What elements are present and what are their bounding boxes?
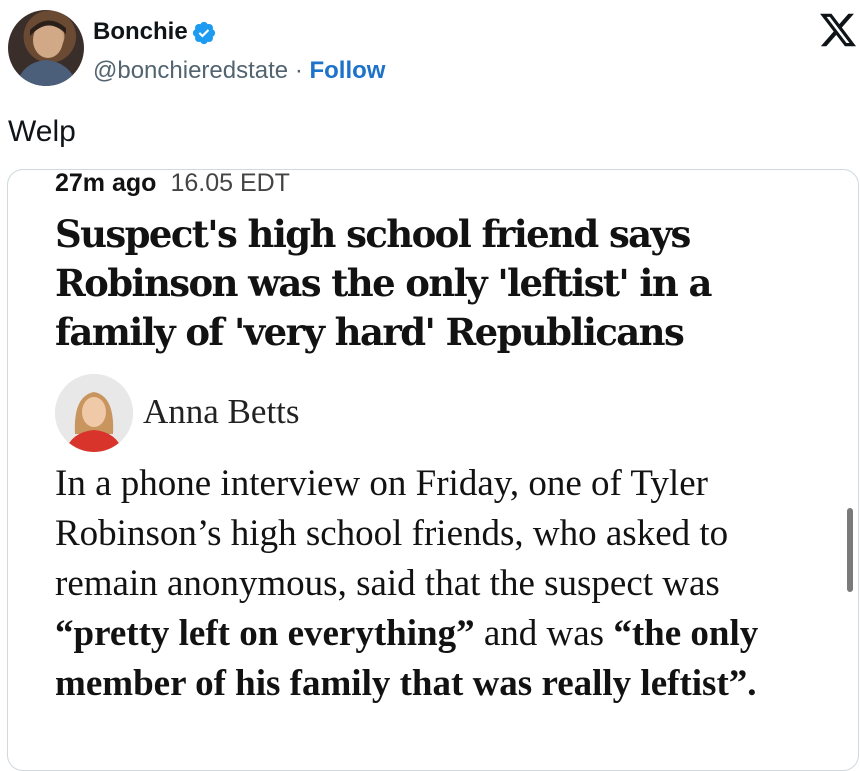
author-name[interactable]: Anna Betts <box>143 392 300 432</box>
article-headline: Suspect's high school friend says Robins… <box>55 212 712 354</box>
handle-row: @bonchieredstate · Follow <box>93 55 385 87</box>
attached-image-card[interactable]: 27m ago 16.05 EDT Suspect's high school f… <box>7 169 859 771</box>
profile-avatar[interactable] <box>8 10 84 86</box>
article-body: In a phone interview on Friday, one of T… <box>55 459 835 709</box>
time-ago: 27m ago <box>55 169 157 197</box>
follow-button[interactable]: Follow <box>309 57 385 84</box>
tweet-text: Welp <box>8 115 76 148</box>
body-text-2: and was <box>474 613 614 654</box>
user-name[interactable]: Bonchie <box>93 16 188 48</box>
separator-dot: · <box>288 57 310 84</box>
scrollbar-thumb[interactable] <box>847 508 853 592</box>
author-avatar <box>55 374 133 452</box>
timestamp: 16.05 EDT <box>170 169 290 197</box>
article-meta: 27m ago 16.05 EDT <box>55 169 290 198</box>
x-logo-icon[interactable] <box>818 10 858 50</box>
body-quote-1: “pretty left on everything” <box>55 613 475 654</box>
user-handle[interactable]: @bonchieredstate <box>93 57 288 84</box>
verified-badge-icon <box>192 21 216 45</box>
body-text-1: In a phone interview on Friday, one of T… <box>55 463 729 604</box>
